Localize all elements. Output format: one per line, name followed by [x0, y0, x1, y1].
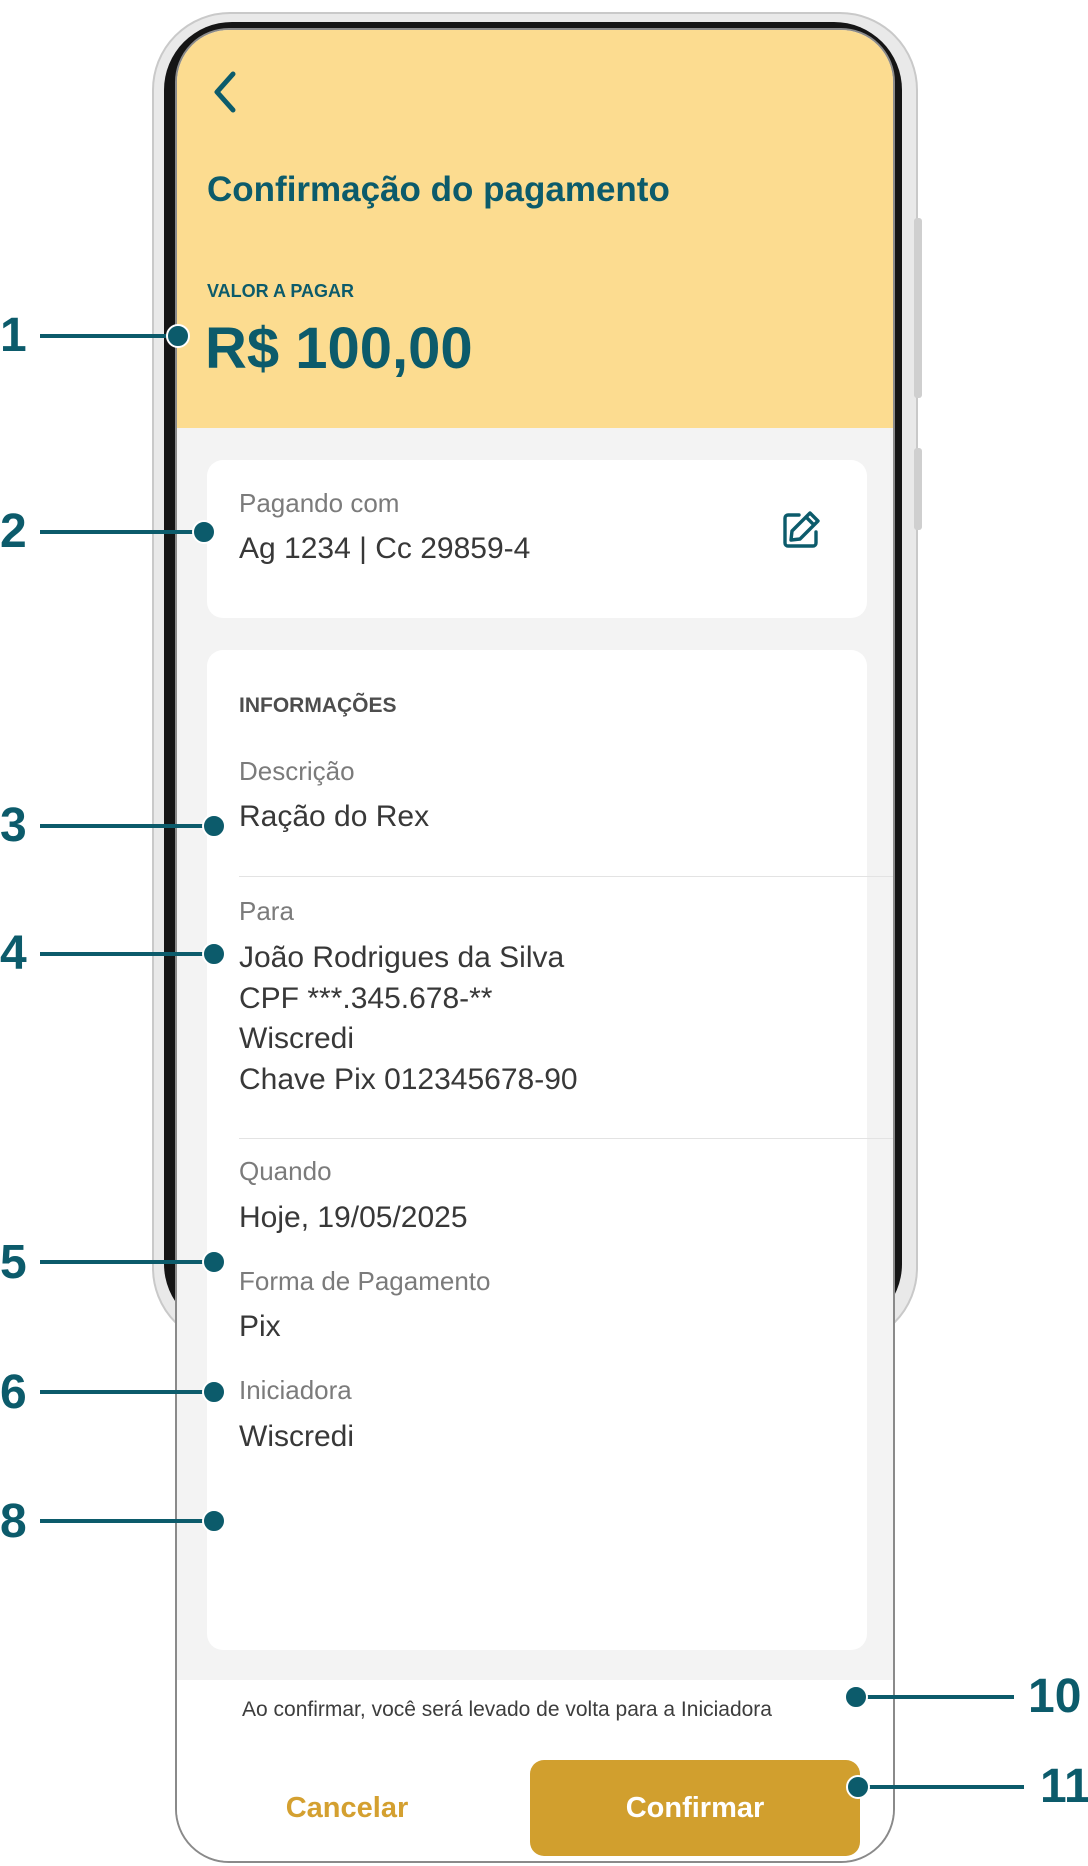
payee-cpf: CPF ***.345.678-**	[239, 982, 493, 1015]
edit-icon[interactable]	[779, 508, 823, 552]
annotation-dot	[166, 324, 190, 348]
annotation-dot	[192, 520, 216, 544]
app-screen: Confirmação do pagamento VALOR A PAGAR R…	[175, 28, 895, 1863]
annotation-dot	[202, 1509, 226, 1533]
annotation-number: 2	[0, 505, 27, 558]
annotation-line	[40, 952, 212, 956]
initiator-label: Iniciadora	[239, 1375, 352, 1405]
annotation-dot	[202, 942, 226, 966]
annotation-number: 6	[0, 1366, 27, 1419]
annotation-line	[40, 334, 180, 338]
payee-name: João Rodrigues da Silva	[239, 941, 565, 974]
back-arrow-icon[interactable]	[207, 64, 247, 120]
header: Confirmação do pagamento VALOR A PAGAR R…	[177, 30, 893, 428]
payee-label: Para	[239, 896, 294, 926]
power-button	[914, 448, 922, 530]
annotation-line	[40, 1519, 212, 1523]
annotation-number: 10	[1028, 1670, 1082, 1723]
annotation-dot	[202, 1380, 226, 1404]
payee-institution: Wiscredi	[239, 1022, 355, 1055]
annotation-number: 5	[0, 1236, 27, 1289]
annotation-number: 4	[0, 927, 27, 980]
info-card: INFORMAÇÕES Descrição Ração do Rex Para …	[207, 650, 893, 1650]
annotation-line	[40, 1390, 212, 1394]
description-value: Ração do Rex	[239, 800, 430, 833]
annotation-number: 3	[0, 799, 27, 852]
divider	[239, 1138, 893, 1139]
amount-value: R$ 100,00	[205, 316, 473, 381]
annotation-number: 11	[1040, 1760, 1088, 1813]
initiator-value: Wiscredi	[239, 1420, 355, 1453]
annotation-line	[854, 1695, 1014, 1699]
annotation-dot	[844, 1685, 868, 1709]
payment-source-card: Pagando com Ag 1234 | Cc 29859-4	[207, 460, 867, 618]
payment-method-label: Forma de Pagamento	[239, 1266, 491, 1296]
info-section-title: INFORMAÇÕES	[239, 694, 397, 717]
annotation-line	[856, 1785, 1024, 1789]
when-value: Hoje, 19/05/2025	[239, 1201, 468, 1234]
payment-method-value: Pix	[239, 1310, 281, 1343]
payee-pix-key: Chave Pix 012345678-90	[239, 1063, 578, 1096]
annotation-line	[40, 1260, 212, 1264]
payment-source-value: Ag 1234 | Cc 29859-4	[239, 532, 531, 565]
annotation-dot	[846, 1775, 870, 1799]
confirm-button[interactable]: Confirmar	[530, 1760, 860, 1856]
payment-source-label: Pagando com	[239, 488, 400, 518]
redirect-notice: Ao confirmar, você será levado de volta …	[242, 1698, 772, 1721]
annotation-number: 1	[0, 309, 27, 362]
volume-button	[914, 218, 922, 398]
when-label: Quando	[239, 1156, 332, 1186]
annotation-line	[40, 824, 212, 828]
annotation-dot	[202, 814, 226, 838]
description-label: Descrição	[239, 756, 355, 786]
annotation-line	[40, 530, 206, 534]
footer: Ao confirmar, você será levado de volta …	[177, 1680, 893, 1861]
annotation-number: 8	[0, 1495, 27, 1548]
amount-label: VALOR A PAGAR	[207, 281, 354, 301]
page-title: Confirmação do pagamento	[207, 170, 670, 209]
annotation-dot	[202, 1250, 226, 1274]
cancel-button[interactable]: Cancelar	[232, 1760, 462, 1856]
divider	[239, 876, 893, 877]
